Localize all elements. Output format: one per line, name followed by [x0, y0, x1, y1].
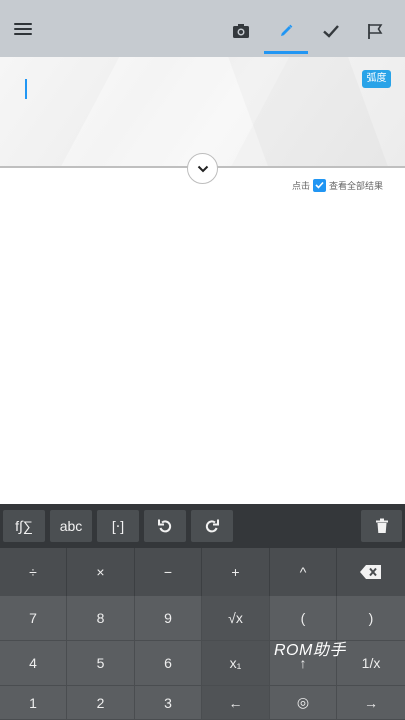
hint-prefix: 点击 — [292, 180, 311, 191]
cursor-left-key[interactable]: ← — [202, 686, 270, 720]
watermark: ROM助手 — [274, 642, 346, 659]
key-5[interactable]: 5 — [67, 641, 135, 686]
key-3[interactable]: 3 — [135, 686, 202, 720]
show-all-results: 点击 查看全部结果 — [292, 177, 383, 193]
key-8[interactable]: 8 — [67, 596, 135, 641]
key-9[interactable]: 9 — [135, 596, 202, 641]
pencil-icon[interactable] — [264, 13, 308, 49]
reciprocal-key[interactable]: 1/x — [337, 641, 405, 686]
operator-row: ÷ × − + ^ — [0, 548, 405, 596]
angle-mode-badge[interactable]: 弧度 — [362, 70, 391, 88]
cursor-right-key[interactable]: → — [337, 686, 405, 720]
plus-key[interactable]: + — [202, 548, 270, 596]
math-keyboard: f∫∑ abc [⋅] ÷ × − + ^ 7 8 9 √x ( ) 4 5 6 — [0, 504, 405, 720]
divide-key[interactable]: ÷ — [0, 548, 67, 596]
key-4[interactable]: 4 — [0, 641, 67, 686]
text-cursor — [25, 79, 27, 99]
trash-icon — [375, 518, 388, 533]
key-1[interactable]: 1 — [0, 686, 67, 720]
undo-button[interactable] — [144, 510, 186, 542]
camera-icon[interactable] — [219, 13, 263, 49]
clear-button[interactable] — [361, 510, 402, 542]
open-paren-key[interactable]: ( — [270, 596, 337, 641]
redo-button[interactable] — [191, 510, 233, 542]
functions-key[interactable]: f∫∑ — [3, 510, 45, 542]
backspace-button[interactable] — [337, 548, 405, 596]
flag-icon[interactable] — [353, 13, 397, 49]
key-6[interactable]: 6 — [135, 641, 202, 686]
chevron-down-icon — [197, 165, 208, 172]
math-input-area[interactable] — [0, 57, 405, 166]
expand-button[interactable] — [187, 153, 218, 184]
close-paren-key[interactable]: ) — [337, 596, 405, 641]
keyboard-function-row: f∫∑ abc [⋅] — [0, 504, 405, 548]
checkmark-icon — [315, 181, 324, 189]
show-all-checkbox[interactable] — [313, 178, 327, 192]
key-7[interactable]: 7 — [0, 596, 67, 641]
check-icon[interactable] — [309, 13, 353, 49]
key-2[interactable]: 2 — [67, 686, 135, 720]
redo-icon — [205, 519, 219, 533]
backspace-icon — [360, 565, 381, 579]
power-key[interactable]: ^ — [270, 548, 337, 596]
active-tab-indicator — [264, 51, 308, 54]
menu-icon[interactable] — [14, 21, 32, 35]
abc-key[interactable]: abc — [50, 510, 92, 542]
subscript-key[interactable]: x₁ — [202, 641, 270, 686]
matrix-key[interactable]: [⋅] — [97, 510, 139, 542]
target-key[interactable]: ◎ — [270, 686, 337, 720]
minus-key[interactable]: − — [135, 548, 202, 596]
hint-suffix: 查看全部结果 — [329, 180, 384, 191]
undo-icon — [158, 519, 172, 533]
top-app-bar — [0, 0, 405, 57]
multiply-key[interactable]: × — [67, 548, 135, 596]
sqrt-key[interactable]: √x — [202, 596, 270, 641]
